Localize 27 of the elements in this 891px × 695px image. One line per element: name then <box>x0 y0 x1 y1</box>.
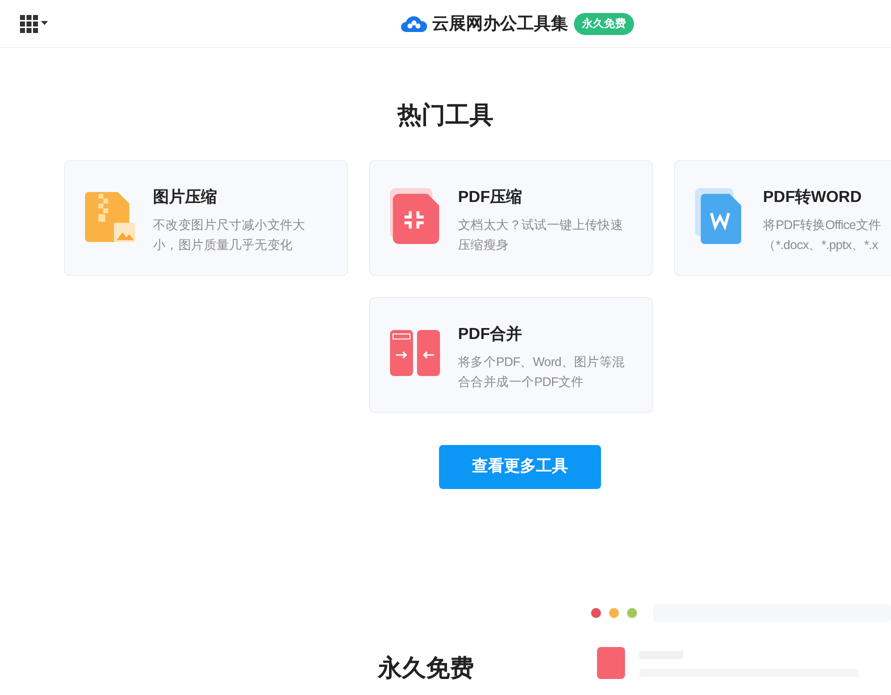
merge-pages-icon <box>390 330 442 378</box>
tool-description-line: 将PDF转换Office文件 <box>763 217 882 234</box>
tool-description-line: （*.docx、*.pptx、*.x <box>763 237 878 254</box>
cloud-logo-icon <box>400 14 428 33</box>
tool-title: PDF压缩 <box>458 187 523 208</box>
caret-icon <box>41 21 48 26</box>
tool-title: PDF转WORD <box>763 188 863 208</box>
apps-menu-button[interactable] <box>20 14 48 32</box>
tool-description-line: 合合并成一个PDF文件 <box>458 374 584 391</box>
section-title: 热门工具 <box>398 101 494 131</box>
tool-card[interactable]: PDF转WORD 将PDF转换Office文件 （*.docx、*.pptx、*.x <box>674 160 891 276</box>
tool-card[interactable]: PDF压缩 文档太大？试试一键上传快速 压缩瘦身 <box>369 160 653 276</box>
tool-title: PDF合并 <box>458 324 523 345</box>
tool-card[interactable]: 图片压缩 不改变图片尺寸减小文件大 小，图片质量几乎无变化 <box>64 160 348 276</box>
free-badge: 永久免费 <box>574 12 634 35</box>
tool-description-line: 小，图片质量几乎无变化 <box>153 237 293 254</box>
tool-description-line: 不改变图片尺寸减小文件大 <box>153 217 306 234</box>
tool-title: 图片压缩 <box>153 187 218 208</box>
tool-description-line: 将多个PDF、Word、图片等混 <box>458 354 625 371</box>
tool-card[interactable]: PDF合并 将多个PDF、Word、图片等混 合合并成一个PDF文件 <box>369 297 653 413</box>
zip-file-icon <box>85 189 137 245</box>
free-section-title: 永久免费 <box>378 654 474 684</box>
tool-description-line: 压缩瘦身 <box>458 237 509 254</box>
compress-file-icon <box>390 187 442 247</box>
tool-description-line: 文档太大？试试一键上传快速 <box>458 217 624 234</box>
brand-name: 云展网办公工具集 <box>432 13 568 35</box>
grid-icon <box>20 14 38 32</box>
